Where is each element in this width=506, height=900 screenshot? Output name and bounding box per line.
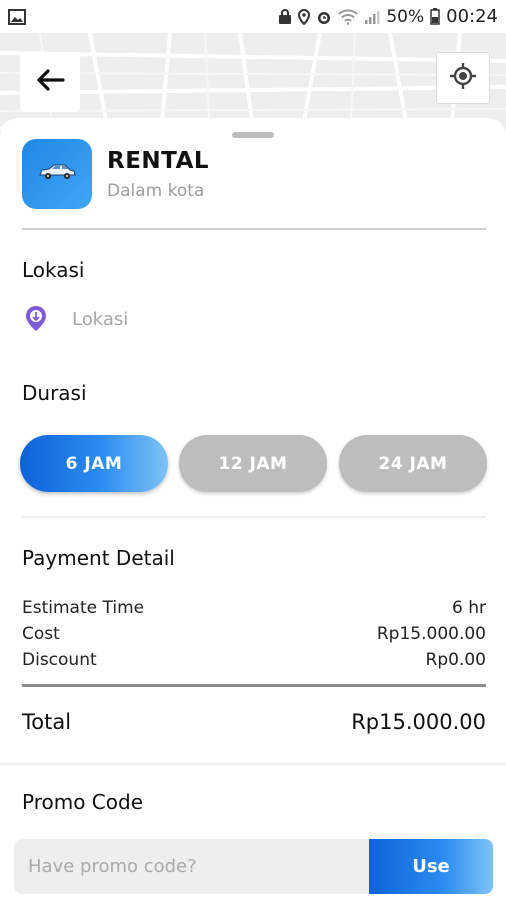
alarm-icon: [316, 9, 332, 25]
payment-row-cost: Cost Rp15.000.00: [22, 624, 486, 644]
duration-option-12-jam[interactable]: 12 JAM: [179, 435, 327, 492]
use-promo-button[interactable]: Use: [369, 839, 493, 894]
wifi-icon: [338, 8, 359, 25]
promo-code-title: Promo Code: [22, 790, 144, 814]
drag-handle[interactable]: [232, 132, 274, 138]
back-button[interactable]: [20, 52, 80, 112]
battery-icon: [430, 8, 440, 25]
my-location-button[interactable]: [436, 52, 490, 104]
screenshot-lock-icon: [278, 8, 292, 25]
promo-code-input[interactable]: [14, 839, 369, 894]
divider: [22, 228, 486, 230]
payment-row-label: Discount: [22, 650, 97, 670]
divider: [22, 516, 486, 518]
service-icon-tile: [22, 139, 92, 209]
duration-section-label: Durasi: [22, 381, 87, 405]
service-title: RENTAL: [107, 148, 210, 174]
payment-row-label: Estimate Time: [22, 598, 145, 618]
arrow-left-icon: [35, 68, 65, 96]
payment-row-estimate-time: Estimate Time 6 hr: [22, 598, 486, 618]
location-pin-icon: [24, 305, 48, 337]
booking-sheet: RENTAL Dalam kota Lokasi Lokasi Durasi 6…: [0, 118, 506, 900]
location-status-icon: [298, 8, 311, 25]
payment-detail-title: Payment Detail: [22, 546, 175, 570]
service-subtitle: Dalam kota: [107, 181, 205, 201]
battery-percent: 50%: [386, 6, 425, 27]
payment-row-value: Rp0.00: [425, 650, 486, 670]
divider: [0, 763, 506, 765]
gallery-notification-icon: [8, 8, 26, 25]
payment-row-label: Cost: [22, 624, 60, 644]
total-row: Total Rp15.000.00: [22, 710, 486, 734]
location-section-label: Lokasi: [22, 258, 85, 282]
payment-row-value: Rp15.000.00: [376, 624, 486, 644]
location-input[interactable]: Lokasi: [72, 309, 128, 330]
duration-option-24-jam[interactable]: 24 JAM: [339, 435, 487, 492]
car-icon: [37, 162, 77, 186]
total-divider: [22, 684, 486, 687]
total-label: Total: [22, 710, 72, 734]
clock-time: 00:24: [446, 6, 498, 27]
payment-row-discount: Discount Rp0.00: [22, 650, 486, 670]
payment-row-value: 6 hr: [452, 598, 486, 618]
promo-code-group: Use: [14, 839, 493, 894]
total-value: Rp15.000.00: [351, 710, 486, 734]
status-bar: 50% 00:24: [0, 0, 506, 33]
duration-option-6-jam[interactable]: 6 JAM: [20, 435, 168, 492]
crosshair-icon: [449, 62, 477, 94]
signal-icon: [364, 9, 380, 25]
